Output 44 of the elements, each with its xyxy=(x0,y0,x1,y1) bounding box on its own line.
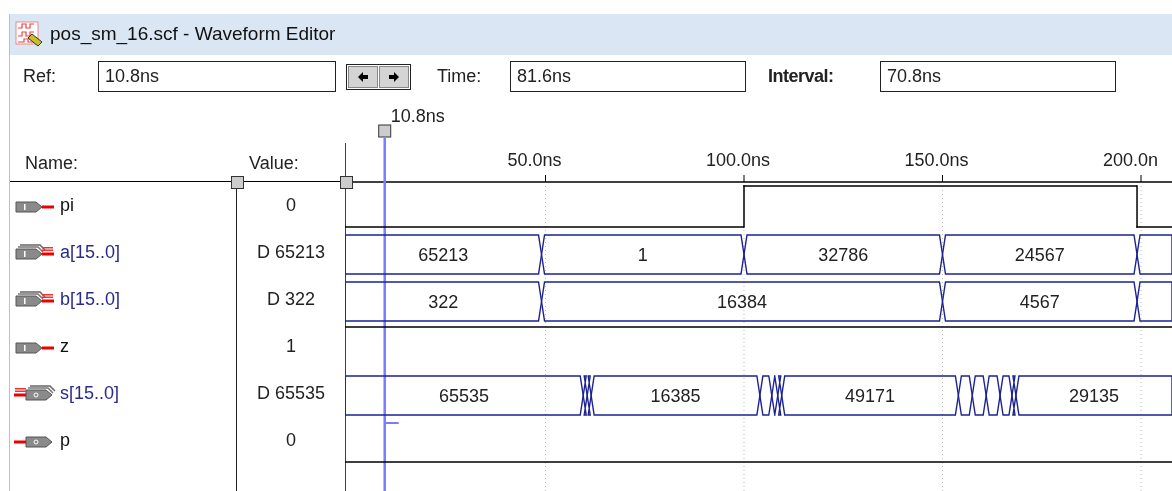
bus-value: 32786 xyxy=(818,244,869,265)
signal-value: D 65213 xyxy=(256,241,326,264)
signal-value: 0 xyxy=(286,429,296,452)
field-label: Interval: xyxy=(768,65,835,88)
signal-value: D 322 xyxy=(266,288,315,311)
next-button[interactable] xyxy=(379,65,409,88)
cursor-time-label: 10.8ns xyxy=(390,106,445,126)
bus-value: 65535 xyxy=(439,385,490,406)
signal-name[interactable]: pi xyxy=(60,192,74,219)
bus-value: 65213 xyxy=(418,244,469,265)
right-arrow-icon xyxy=(388,70,400,83)
bus-value: 16384 xyxy=(717,291,768,312)
previous-button[interactable] xyxy=(348,65,378,88)
time-scale-label: 100.0ns xyxy=(706,150,771,170)
signal-name[interactable]: b[15..0] xyxy=(60,286,121,313)
time-scale-label: 50.0ns xyxy=(507,150,562,170)
interval-field[interactable]: 70.8ns xyxy=(880,61,1116,92)
bus-value: 16385 xyxy=(650,385,701,406)
column-splitter-handle[interactable] xyxy=(340,176,353,189)
value-column-header: Value: xyxy=(248,152,300,175)
signal-value: D 65535 xyxy=(256,382,326,405)
window-title: pos_sm_16.scf - Waveform Editor xyxy=(50,22,336,47)
bus-value: 322 xyxy=(428,291,459,312)
signal-value: 1 xyxy=(286,335,296,358)
bus-value: 24567 xyxy=(1014,244,1065,265)
signal-name[interactable]: a[15..0] xyxy=(60,239,121,266)
signal-name[interactable]: s[15..0] xyxy=(60,380,120,407)
time-cursor[interactable] xyxy=(378,124,400,491)
bus-value: 1 xyxy=(637,244,648,265)
column-splitter-handle[interactable] xyxy=(231,176,244,189)
bus-value: 29135 xyxy=(1068,385,1119,406)
signal-value: 0 xyxy=(286,194,296,217)
field-label: Time: xyxy=(437,65,483,88)
time-scale-label: 150.0ns xyxy=(904,150,969,170)
signal-name[interactable]: p xyxy=(60,427,70,454)
signal-name[interactable]: z xyxy=(60,333,69,360)
field-label: Ref: xyxy=(23,65,57,88)
left-arrow-icon xyxy=(357,70,369,83)
time-scale-label: 200.0n xyxy=(1103,150,1159,170)
name-column-header: Name: xyxy=(24,152,79,175)
bus-value: 4567 xyxy=(1019,291,1060,312)
time-field[interactable]: 81.6ns xyxy=(510,61,746,92)
bus-value: 49171 xyxy=(845,385,896,406)
ref-field[interactable]: 10.8ns xyxy=(98,61,336,92)
